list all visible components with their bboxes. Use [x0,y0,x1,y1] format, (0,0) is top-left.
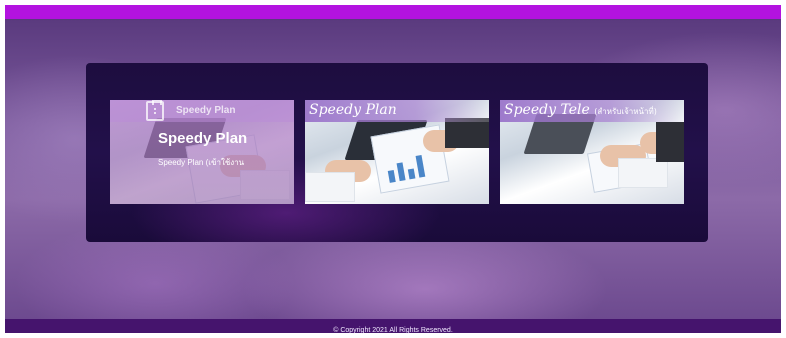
card-title: Speedy Plan [158,130,248,147]
card-banner: Speedy Plan [305,100,489,122]
app-selector-panel: Speedy Plan Speedy Plan Speedy Plan (เข้… [86,63,708,242]
card-subtitle: Speedy Plan (เข้าใช้งาน [158,158,245,167]
card-banner-title: Speedy Tele (สำหรับเจ้าหน้าที่) [504,102,657,118]
card-brand-label: Speedy Plan [176,105,236,116]
top-bar [5,5,781,19]
card-banner-suffix: (สำหรับเจ้าหน้าที่) [594,107,657,116]
clipboard-icon [146,100,164,121]
hero-background: Speedy Plan Speedy Plan Speedy Plan (เข้… [5,19,781,319]
app-card-speedy-plan[interactable]: Speedy Plan [305,100,489,204]
card-banner: Speedy Tele (สำหรับเจ้าหน้าที่) [500,100,684,122]
card-banner-title: Speedy Plan [309,102,397,118]
app-card-speedy-tele[interactable]: Speedy Tele (สำหรับเจ้าหน้าที่) [500,100,684,204]
app-card-speedy-plan-user[interactable]: Speedy Plan Speedy Plan Speedy Plan (เข้… [110,100,294,204]
card-hover-overlay: Speedy Plan Speedy Plan Speedy Plan (เข้… [110,100,294,204]
footer: © Copyright 2021 All Rights Reserved. [5,319,781,334]
copyright-text: © Copyright 2021 All Rights Reserved. [333,327,453,334]
